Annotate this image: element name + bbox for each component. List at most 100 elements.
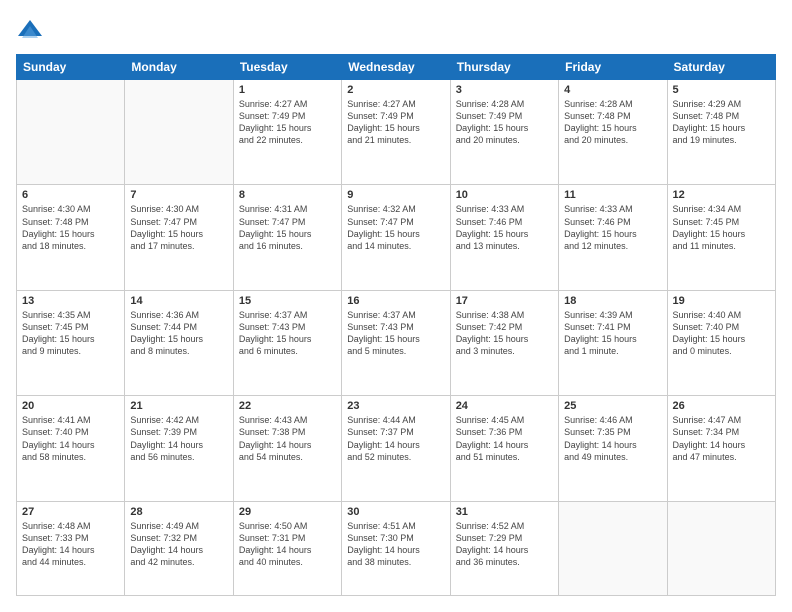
day-detail: Sunrise: 4:40 AM Sunset: 7:40 PM Dayligh… [673, 309, 770, 358]
calendar-cell [559, 501, 667, 595]
day-detail: Sunrise: 4:28 AM Sunset: 7:48 PM Dayligh… [564, 98, 661, 147]
calendar-cell: 3 Sunrise: 4:28 AM Sunset: 7:49 PM Daylig… [450, 80, 558, 185]
day-number: 23 [347, 400, 444, 412]
day-detail: Sunrise: 4:46 AM Sunset: 7:35 PM Dayligh… [564, 414, 661, 463]
day-detail: Sunrise: 4:47 AM Sunset: 7:34 PM Dayligh… [673, 414, 770, 463]
calendar-cell [667, 501, 775, 595]
calendar-cell: 10Sunrise: 4:33 AM Sunset: 7:46 PM Dayli… [450, 185, 558, 290]
day-number: 19 [673, 295, 770, 307]
day-detail: Sunrise: 4:37 AM Sunset: 7:43 PM Dayligh… [347, 309, 444, 358]
day-detail: Sunrise: 4:45 AM Sunset: 7:36 PM Dayligh… [456, 414, 553, 463]
week-row-3: 13 Sunrise: 4:35 AM Sunset: 7:45 PM Dayli… [17, 290, 776, 395]
day-number: 9 [347, 189, 444, 201]
day-detail: Sunrise: 4:31 AM Sunset: 7:47 PM Dayligh… [239, 203, 336, 252]
calendar-cell: 25 Sunrise: 4:46 AM Sunset: 7:35 PM Dayli… [559, 396, 667, 501]
day-number: 22 [239, 400, 336, 412]
week-row-1: 1 Sunrise: 4:27 AM Sunset: 7:49 PM Daylig… [17, 80, 776, 185]
weekday-header-friday: Friday [559, 55, 667, 80]
week-row-5: 27Sunrise: 4:48 AM Sunset: 7:33 PM Dayli… [17, 501, 776, 595]
weekday-header-sunday: Sunday [17, 55, 125, 80]
calendar-cell: 28 Sunrise: 4:49 AM Sunset: 7:32 PM Dayli… [125, 501, 233, 595]
calendar-cell: 12 Sunrise: 4:34 AM Sunset: 7:45 PM Dayli… [667, 185, 775, 290]
calendar-cell: 16 Sunrise: 4:37 AM Sunset: 7:43 PM Dayli… [342, 290, 450, 395]
calendar-cell: 14 Sunrise: 4:36 AM Sunset: 7:44 PM Dayli… [125, 290, 233, 395]
day-detail: Sunrise: 4:44 AM Sunset: 7:37 PM Dayligh… [347, 414, 444, 463]
day-number: 26 [673, 400, 770, 412]
day-number: 7 [130, 189, 227, 201]
day-number: 25 [564, 400, 661, 412]
calendar-cell: 6Sunrise: 4:30 AM Sunset: 7:48 PM Daylig… [17, 185, 125, 290]
calendar-cell: 31 Sunrise: 4:52 AM Sunset: 7:29 PM Dayli… [450, 501, 558, 595]
day-number: 12 [673, 189, 770, 201]
day-number: 1 [239, 84, 336, 96]
calendar-cell: 17Sunrise: 4:38 AM Sunset: 7:42 PM Dayli… [450, 290, 558, 395]
day-detail: Sunrise: 4:27 AM Sunset: 7:49 PM Dayligh… [347, 98, 444, 147]
calendar-cell: 22 Sunrise: 4:43 AM Sunset: 7:38 PM Dayli… [233, 396, 341, 501]
day-detail: Sunrise: 4:33 AM Sunset: 7:46 PM Dayligh… [456, 203, 553, 252]
day-detail: Sunrise: 4:37 AM Sunset: 7:43 PM Dayligh… [239, 309, 336, 358]
day-number: 13 [22, 295, 119, 307]
day-detail: Sunrise: 4:43 AM Sunset: 7:38 PM Dayligh… [239, 414, 336, 463]
day-detail: Sunrise: 4:34 AM Sunset: 7:45 PM Dayligh… [673, 203, 770, 252]
day-number: 16 [347, 295, 444, 307]
weekday-header-saturday: Saturday [667, 55, 775, 80]
weekday-header-thursday: Thursday [450, 55, 558, 80]
calendar-cell: 11 Sunrise: 4:33 AM Sunset: 7:46 PM Dayli… [559, 185, 667, 290]
weekday-header-row: SundayMondayTuesdayWednesdayThursdayFrid… [17, 55, 776, 80]
calendar-cell: 19 Sunrise: 4:40 AM Sunset: 7:40 PM Dayli… [667, 290, 775, 395]
weekday-header-monday: Monday [125, 55, 233, 80]
calendar-cell: 8Sunrise: 4:31 AM Sunset: 7:47 PM Daylig… [233, 185, 341, 290]
day-detail: Sunrise: 4:51 AM Sunset: 7:30 PM Dayligh… [347, 520, 444, 569]
day-number: 21 [130, 400, 227, 412]
weekday-header-wednesday: Wednesday [342, 55, 450, 80]
header [16, 16, 776, 44]
day-number: 31 [456, 506, 553, 518]
day-detail: Sunrise: 4:36 AM Sunset: 7:44 PM Dayligh… [130, 309, 227, 358]
calendar-cell: 20Sunrise: 4:41 AM Sunset: 7:40 PM Dayli… [17, 396, 125, 501]
day-number: 3 [456, 84, 553, 96]
calendar-cell: 18 Sunrise: 4:39 AM Sunset: 7:41 PM Dayli… [559, 290, 667, 395]
day-detail: Sunrise: 4:32 AM Sunset: 7:47 PM Dayligh… [347, 203, 444, 252]
day-number: 11 [564, 189, 661, 201]
calendar-cell [125, 80, 233, 185]
calendar-cell: 30Sunrise: 4:51 AM Sunset: 7:30 PM Dayli… [342, 501, 450, 595]
day-number: 15 [239, 295, 336, 307]
logo-icon [16, 16, 44, 44]
calendar-cell [17, 80, 125, 185]
weekday-header-tuesday: Tuesday [233, 55, 341, 80]
calendar-cell: 15 Sunrise: 4:37 AM Sunset: 7:43 PM Dayli… [233, 290, 341, 395]
day-detail: Sunrise: 4:39 AM Sunset: 7:41 PM Dayligh… [564, 309, 661, 358]
page: SundayMondayTuesdayWednesdayThursdayFrid… [0, 0, 792, 612]
calendar-cell: 29Sunrise: 4:50 AM Sunset: 7:31 PM Dayli… [233, 501, 341, 595]
calendar-cell: 7Sunrise: 4:30 AM Sunset: 7:47 PM Daylig… [125, 185, 233, 290]
logo [16, 16, 48, 44]
day-detail: Sunrise: 4:35 AM Sunset: 7:45 PM Dayligh… [22, 309, 119, 358]
day-number: 5 [673, 84, 770, 96]
day-detail: Sunrise: 4:49 AM Sunset: 7:32 PM Dayligh… [130, 520, 227, 569]
day-detail: Sunrise: 4:27 AM Sunset: 7:49 PM Dayligh… [239, 98, 336, 147]
day-detail: Sunrise: 4:28 AM Sunset: 7:49 PM Dayligh… [456, 98, 553, 147]
day-number: 17 [456, 295, 553, 307]
day-number: 2 [347, 84, 444, 96]
calendar-cell: 27Sunrise: 4:48 AM Sunset: 7:33 PM Dayli… [17, 501, 125, 595]
calendar-cell: 5 Sunrise: 4:29 AM Sunset: 7:48 PM Daylig… [667, 80, 775, 185]
day-number: 14 [130, 295, 227, 307]
calendar-cell: 2 Sunrise: 4:27 AM Sunset: 7:49 PM Daylig… [342, 80, 450, 185]
day-detail: Sunrise: 4:29 AM Sunset: 7:48 PM Dayligh… [673, 98, 770, 147]
day-detail: Sunrise: 4:52 AM Sunset: 7:29 PM Dayligh… [456, 520, 553, 569]
week-row-2: 6Sunrise: 4:30 AM Sunset: 7:48 PM Daylig… [17, 185, 776, 290]
day-number: 24 [456, 400, 553, 412]
week-row-4: 20Sunrise: 4:41 AM Sunset: 7:40 PM Dayli… [17, 396, 776, 501]
calendar-cell: 26 Sunrise: 4:47 AM Sunset: 7:34 PM Dayli… [667, 396, 775, 501]
calendar-cell: 1 Sunrise: 4:27 AM Sunset: 7:49 PM Daylig… [233, 80, 341, 185]
day-number: 4 [564, 84, 661, 96]
day-detail: Sunrise: 4:33 AM Sunset: 7:46 PM Dayligh… [564, 203, 661, 252]
day-detail: Sunrise: 4:48 AM Sunset: 7:33 PM Dayligh… [22, 520, 119, 569]
day-detail: Sunrise: 4:30 AM Sunset: 7:48 PM Dayligh… [22, 203, 119, 252]
day-number: 29 [239, 506, 336, 518]
day-number: 28 [130, 506, 227, 518]
calendar-table: SundayMondayTuesdayWednesdayThursdayFrid… [16, 54, 776, 596]
calendar-cell: 13 Sunrise: 4:35 AM Sunset: 7:45 PM Dayli… [17, 290, 125, 395]
day-number: 18 [564, 295, 661, 307]
calendar-cell: 24 Sunrise: 4:45 AM Sunset: 7:36 PM Dayli… [450, 396, 558, 501]
